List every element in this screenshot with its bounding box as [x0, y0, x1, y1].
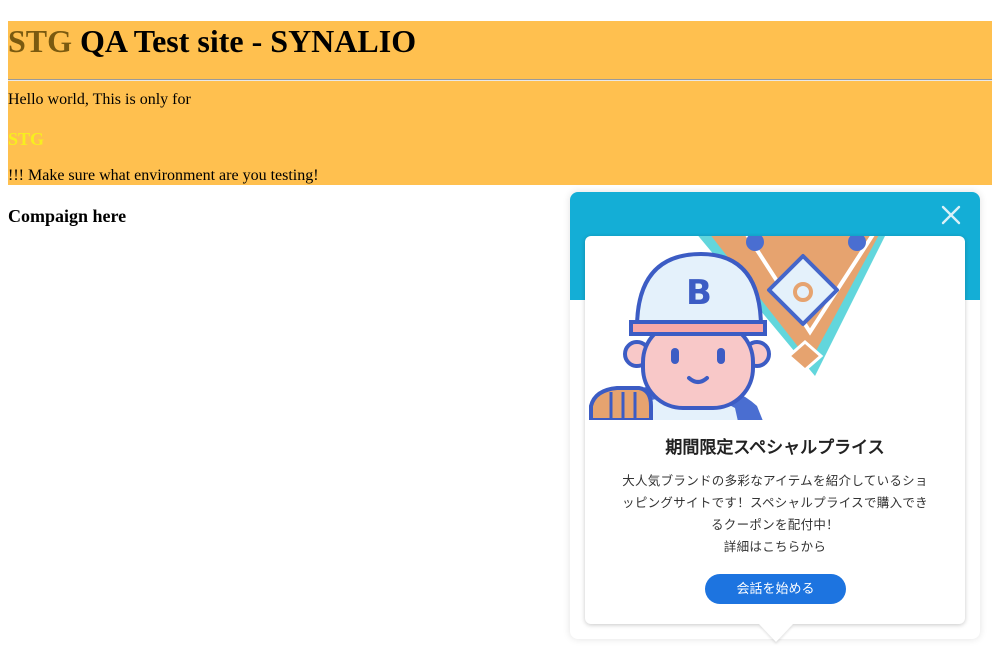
description-line: るクーポンを配付中！ [710, 517, 839, 532]
cap-letter: B [686, 273, 712, 313]
campaign-card: B 期間限定スペシャルプライス 大人気ブランドの多彩なアイテムを紹介しているショ… [585, 236, 965, 624]
environment-label: STG [8, 129, 45, 149]
start-conversation-button[interactable]: 会話を始める [705, 574, 846, 604]
campaign-title: 期間限定スペシャルプライス [665, 438, 885, 458]
environment-warning: !!! Make sure what environment are you t… [8, 167, 319, 184]
campaign-description: 大人気ブランドの多彩なアイテムを紹介しているショ ッピングサイトです！スペシャル… [601, 470, 949, 558]
title-site-name: QA Test site - SYNALIO [72, 23, 417, 59]
page-title: STG QA Test site - SYNALIO [8, 25, 416, 57]
environment-banner: STG QA Test site - SYNALIO Hello world, … [8, 21, 992, 185]
baseball-player-illustration: B [589, 236, 885, 420]
description-line: 大人気ブランドの多彩なアイテムを紹介しているショ [622, 473, 928, 488]
chat-widget: B 期間限定スペシャルプライス 大人気ブランドの多彩なアイテムを紹介しているショ… [570, 192, 980, 642]
hello-text: Hello world, This is only for [8, 91, 191, 108]
close-icon[interactable] [938, 202, 964, 228]
speech-bubble-tail [759, 624, 793, 642]
description-line: 詳細はこちらから [723, 539, 827, 554]
banner-divider [8, 79, 992, 81]
description-line: ッピングサイトです！スペシャルプライスで購入でき [622, 495, 928, 510]
title-env-prefix: STG [8, 23, 73, 59]
campaign-heading: Compaign here [8, 206, 127, 226]
